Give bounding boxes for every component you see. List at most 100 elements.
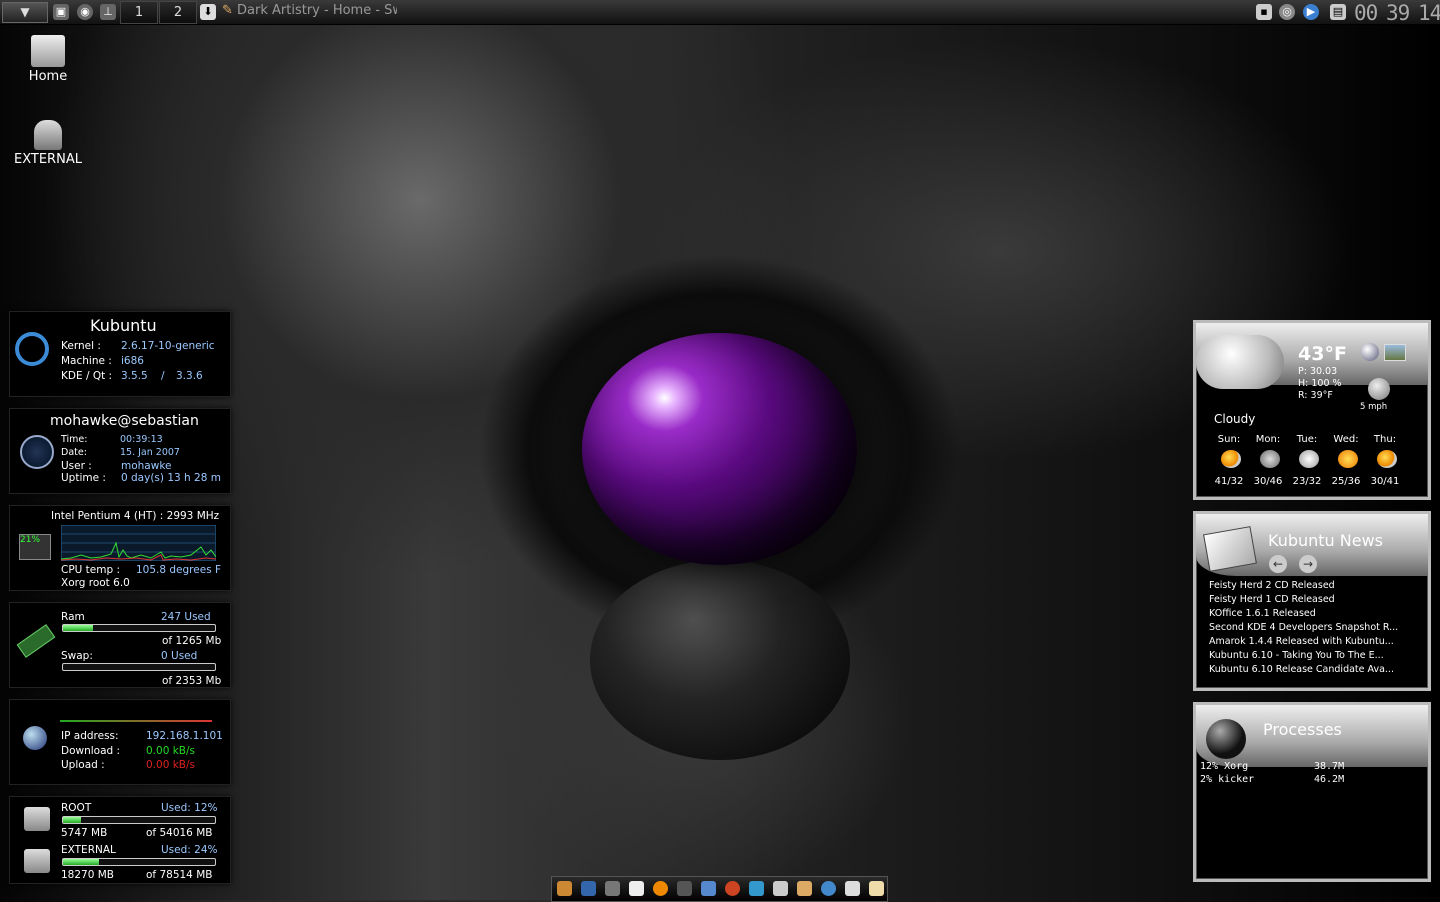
uptime-value: 0 day(s) 13 h 28 m <box>121 472 221 484</box>
usb-drive-icon <box>34 120 62 150</box>
hard-drive-icon <box>31 35 65 67</box>
network-globe-icon <box>23 726 47 750</box>
download-icon[interactable]: ⬇ <box>200 4 216 20</box>
process-mem: 46.2M <box>1314 774 1345 785</box>
disk-external-bar <box>62 858 216 866</box>
upload-label: Upload : <box>61 759 105 771</box>
rain-cloud-icon <box>1260 450 1280 468</box>
top-panel: ▼ ▣ ◉ ⊥ 1 2 ⬇ ✎ Dark Artistry - Home - S… <box>0 0 1440 25</box>
taskbar-window-title[interactable]: ✎ Dark Artistry - Home - Sw <box>222 3 397 18</box>
cpu-top-process: Xorg root 6.0 <box>61 577 130 589</box>
root-drive-icon <box>24 807 50 831</box>
shield-icon[interactable] <box>701 881 716 896</box>
tray-trash-icon[interactable]: ▤ <box>1330 4 1346 20</box>
next-arrow-icon[interactable]: → <box>1299 555 1317 573</box>
wallpaper-reflection <box>590 560 850 760</box>
app-launcher-icon[interactable] <box>557 881 572 896</box>
show-desktop-icon[interactable]: ▣ <box>53 4 69 20</box>
download-value: 0.00 kB/s <box>146 745 196 757</box>
tray-disc-icon[interactable]: ◎ <box>1279 4 1295 20</box>
forecast-range-mon: 30/46 <box>1253 476 1283 487</box>
disk-external-used: Used: 24% <box>161 844 218 856</box>
disk-root-used: Used: 12% <box>161 802 218 814</box>
date-label: Date: <box>61 447 87 458</box>
spider-icon[interactable] <box>605 881 620 896</box>
download-label: Download : <box>61 745 121 757</box>
firefox-icon[interactable] <box>725 881 740 896</box>
kde-label: KDE / Qt : <box>61 370 113 382</box>
clock-icon <box>20 435 54 469</box>
news-item[interactable]: KOffice 1.6.1 Released <box>1209 608 1316 619</box>
desktop-icon-external[interactable]: EXTERNAL <box>0 120 96 167</box>
ip-value: 192.168.1.101 <box>146 730 223 742</box>
ram-module-icon <box>16 624 56 658</box>
process-name: kicker <box>1218 774 1255 785</box>
tools-icon[interactable] <box>869 881 884 896</box>
uptime-label: Uptime : <box>61 472 106 484</box>
gallery-icon[interactable] <box>581 881 596 896</box>
news-item[interactable]: Kubuntu 6.10 - Taking You To The E... <box>1209 650 1384 661</box>
wallpaper-orb <box>582 333 857 565</box>
upload-value: 0.00 kB/s <box>146 759 196 771</box>
news-title: Kubuntu News <box>1268 531 1384 550</box>
news-item[interactable]: Feisty Herd 1 CD Released <box>1209 594 1335 605</box>
konqueror-icon: ✎ <box>222 3 238 18</box>
disk-root-name: ROOT <box>61 802 92 814</box>
memory-widget: Ram 247 Used of 1265 Mb Swap: 0 Used of … <box>9 602 231 688</box>
time-value: 00:39:13 <box>120 434 163 445</box>
cpu-temp-label: CPU temp : <box>61 564 121 576</box>
network-icon[interactable]: ⊥ <box>100 4 116 20</box>
ram-label: Ram <box>61 611 85 623</box>
weather-condition: Cloudy <box>1214 412 1256 426</box>
globe-icon[interactable] <box>1361 343 1379 361</box>
process-cpu: 2% <box>1200 774 1213 785</box>
tray-window-icon[interactable]: ▪ <box>1256 4 1272 20</box>
map-icon[interactable] <box>1384 344 1406 361</box>
snow-cloud-icon <box>1299 450 1319 468</box>
k3b-icon[interactable] <box>677 881 692 896</box>
cpu-monitor-icon: 21% <box>19 534 51 560</box>
swap-label: Swap: <box>61 650 93 662</box>
network-manager-icon[interactable] <box>749 881 764 896</box>
version-separator: / <box>161 370 165 382</box>
cpu-graph <box>61 525 216 561</box>
konqueror-icon[interactable] <box>821 881 836 896</box>
ram-total: of 1265 Mb <box>162 635 222 647</box>
news-item[interactable]: Amarok 1.4.4 Released with Kubuntu... <box>1209 636 1394 647</box>
blender-icon[interactable] <box>653 881 668 896</box>
partly-sunny-icon <box>1221 450 1241 468</box>
prev-arrow-icon[interactable]: ← <box>1269 555 1287 573</box>
wind-icon <box>1368 378 1390 400</box>
browser-icon[interactable]: ◉ <box>77 4 93 20</box>
sun-icon <box>1338 450 1358 468</box>
process-row: 2% kicker 46.2M <box>1200 774 1344 785</box>
forecast-range-wed: 25/36 <box>1331 476 1361 487</box>
disk-root-bar <box>62 816 216 824</box>
forecast-day-tue: Tue: <box>1296 434 1318 445</box>
desktop-switch-2[interactable]: 2 <box>159 1 197 24</box>
editor-icon[interactable] <box>845 881 860 896</box>
process-mem: 38.7M <box>1314 761 1345 772</box>
kernel-label: Kernel : <box>61 340 101 352</box>
process-cpu: 12% <box>1200 761 1219 772</box>
desktop-switch-1[interactable]: 1 <box>120 1 158 24</box>
swap-bar <box>62 663 216 671</box>
news-item[interactable]: Second KDE 4 Developers Snapshot R... <box>1209 622 1398 633</box>
cpu-temp-value: 105.8 degrees F <box>136 564 222 576</box>
time-label: Time: <box>61 434 88 445</box>
news-item[interactable]: Feisty Herd 2 CD Released <box>1209 580 1335 591</box>
weather-pressure: P: 30.03 <box>1298 366 1338 377</box>
desktop-icon-home[interactable]: Home <box>0 35 96 84</box>
ram-bar <box>62 624 216 632</box>
partly-sunny-icon <box>1377 450 1397 468</box>
edit-icon[interactable] <box>797 881 812 896</box>
machine-value: i686 <box>121 355 144 367</box>
clock-seconds: 14 <box>1418 1 1440 25</box>
qt-version: 3.3.6 <box>176 370 203 382</box>
news-item[interactable]: Kubuntu 6.10 Release Candidate Ava... <box>1209 664 1394 675</box>
k-menu-button[interactable]: ▼ <box>2 2 48 23</box>
inkscape-icon[interactable] <box>629 881 644 896</box>
tray-play-icon[interactable]: ▶ <box>1303 4 1319 20</box>
kernel-value: 2.6.17-10-generic <box>121 340 215 352</box>
document-icon[interactable] <box>773 881 788 896</box>
